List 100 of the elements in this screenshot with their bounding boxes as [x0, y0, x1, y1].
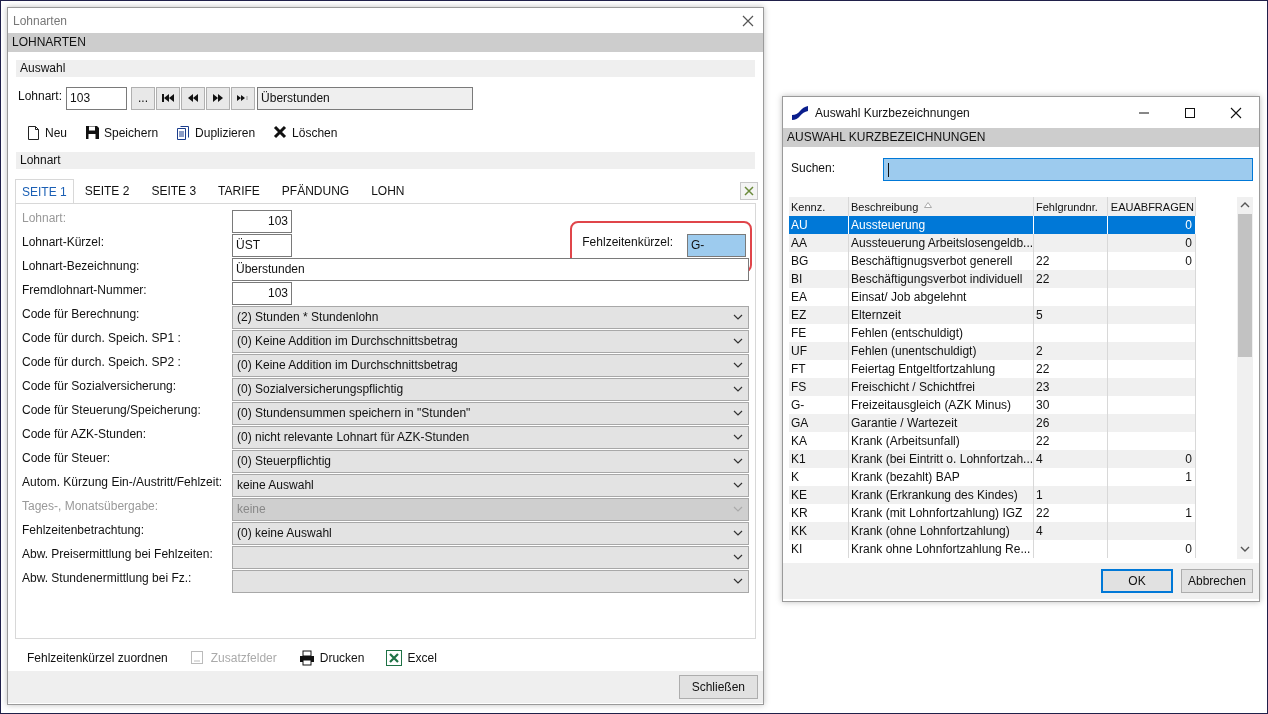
- dropdown[interactable]: (0) Keine Addition im Durchschnittsbetrag: [232, 329, 749, 353]
- table-cell: 2: [1034, 342, 1108, 360]
- name-field: Überstunden: [257, 86, 474, 110]
- table-cell: 22: [1034, 270, 1108, 288]
- table-row[interactable]: AA Aussteuerung Arbeitslosengeldb... 0: [789, 234, 1196, 252]
- table-cell: KI: [789, 540, 849, 558]
- logo-icon: [791, 104, 809, 121]
- chevron-icon: [733, 362, 743, 368]
- input-field[interactable]: 103: [66, 86, 128, 110]
- tab[interactable]: TARIFE: [207, 179, 271, 203]
- checkbox-icon: [189, 650, 206, 666]
- table-row[interactable]: KI Krank ohne Lohnfortzahlung Re... 0: [789, 540, 1196, 558]
- table-row[interactable]: K1 Krank (bei Eintritt o. Lohnfortzah... 4 0: [789, 450, 1196, 468]
- spreadsheet-icon: [386, 650, 403, 666]
- input-field[interactable]: 103: [232, 281, 292, 305]
- table-cell: AA: [789, 234, 849, 252]
- table-row[interactable]: BI Beschäftigungsverbot individuell 22: [789, 270, 1196, 288]
- dropdown[interactable]: (0) keine Auswahl: [232, 521, 749, 545]
- dropdown[interactable]: (0) nicht relevante Lohnart für AZK-Stunden: [232, 425, 749, 449]
- input-field[interactable]: ÜST: [232, 233, 292, 257]
- tab[interactable]: LOHN: [360, 179, 416, 203]
- close-icon: [744, 186, 754, 196]
- dropdown[interactable]: (0) Steuerpflichtig: [232, 449, 749, 473]
- field-label: Abw. Preisermittlung bei Fehlzeiten:: [22, 547, 214, 563]
- table-cell: EZ: [789, 306, 849, 324]
- table-cell: Freischicht / Schichtfrei: [849, 378, 1034, 396]
- tab[interactable]: SEITE 3: [140, 179, 208, 203]
- previous-record-button[interactable]: [181, 86, 206, 110]
- chevron-icon: [733, 458, 743, 464]
- table-row[interactable]: UF Fehlen (unentschuldigt) 2: [789, 342, 1196, 360]
- window-header: LOHNARTEN: [8, 33, 763, 52]
- first-record-icon: [161, 91, 176, 105]
- table-row[interactable]: GA Garantie / Wartezeit 26: [789, 414, 1196, 432]
- field-label: Suchen:: [791, 160, 837, 177]
- table-cell: 1: [1034, 486, 1108, 504]
- x-icon: [273, 125, 289, 141]
- dropdown[interactable]: keine Auswahl: [232, 473, 749, 497]
- tab[interactable]: SEITE 1: [15, 179, 74, 203]
- dropdown[interactable]: (0) Keine Addition im Durchschnittsbetrag: [232, 353, 749, 377]
- table-row[interactable]: KE Krank (Erkrankung des Kindes) 1: [789, 486, 1196, 504]
- chevron-icon: [733, 338, 743, 344]
- table-cell: 0: [1108, 450, 1196, 468]
- tab[interactable]: SEITE 2: [73, 179, 141, 203]
- document-icon: [26, 125, 41, 141]
- table-cell: Krank ohne Lohnfortzahlung Re...: [849, 540, 1034, 558]
- toolbar-button[interactable]: Duplizieren: [176, 125, 256, 141]
- window-title: Lohnarten: [13, 13, 68, 28]
- table-row[interactable]: FS Freischicht / Schichtfrei 23: [789, 378, 1196, 396]
- table-row[interactable]: AU Aussteuerung 0: [789, 216, 1196, 234]
- table-row[interactable]: KK Krank (ohne Lohnfortzahlung) 4: [789, 522, 1196, 540]
- close-icon: [742, 14, 754, 27]
- section-header: Lohnart: [16, 152, 755, 169]
- dialog-button[interactable]: Abbrechen: [1181, 569, 1253, 593]
- first-record-button[interactable]: [156, 86, 181, 110]
- printer-icon: [298, 650, 315, 666]
- table-cell: 0: [1108, 540, 1196, 558]
- table-cell: 26: [1034, 414, 1108, 432]
- toolbar-button[interactable]: Neu: [26, 125, 67, 141]
- table-cell: Krank (bei Eintritt o. Lohnfortzah...: [849, 450, 1034, 468]
- action-button[interactable]: Fehlzeitenkürzel zuordnen: [27, 651, 168, 665]
- browse-button[interactable]: ...: [131, 86, 156, 110]
- table-cell: UF: [789, 342, 849, 360]
- dialog-button[interactable]: OK: [1101, 569, 1173, 593]
- chevron-icon: [733, 314, 743, 320]
- next-record-button[interactable]: [206, 86, 231, 110]
- last-record-button[interactable]: [231, 86, 256, 110]
- action-button[interactable]: Drucken: [298, 650, 365, 666]
- chevron-icon: [733, 554, 743, 560]
- field-label: Tages-, Monatsübergabe:: [22, 499, 160, 515]
- chevron-icon: [733, 530, 743, 536]
- search-field[interactable]: [883, 158, 1253, 181]
- table-cell: Aussteuerung Arbeitslosengeldb...: [849, 234, 1034, 252]
- close-panel-button[interactable]: [740, 182, 758, 200]
- table-cell: KE: [789, 486, 849, 504]
- window-header: AUSWAHL KURZBEZEICHNUNGEN: [783, 128, 1259, 147]
- previous-record-icon: [186, 91, 201, 105]
- table-row[interactable]: EZ Elternzeit 5: [789, 306, 1196, 324]
- chevron-icon: [733, 506, 743, 512]
- field-label: Lohnart-Kürzel:: [22, 235, 106, 251]
- table-cell: Krank (ohne Lohnfortzahlung): [849, 522, 1034, 540]
- table-cell: 4: [1034, 522, 1108, 540]
- dropdown[interactable]: (0) Sozialversicherungspflichtig: [232, 377, 749, 401]
- table-cell: 23: [1034, 378, 1108, 396]
- table-cell: 4: [1034, 450, 1108, 468]
- dropdown[interactable]: (0) Stundensummen speichern in "Stunden": [232, 401, 749, 425]
- close-button[interactable]: Schließen: [678, 675, 758, 699]
- field-label: Code für AZK-Stunden:: [22, 427, 148, 443]
- action-button[interactable]: Excel: [386, 650, 437, 666]
- tab[interactable]: PFÄNDUNG: [270, 179, 361, 203]
- field-label: Code für Steuer:: [22, 451, 112, 467]
- copy-icon: [176, 125, 192, 141]
- input-field[interactable]: G-: [687, 233, 746, 257]
- input-field[interactable]: Überstunden: [232, 257, 749, 281]
- toolbar-button[interactable]: Speichern: [85, 125, 159, 141]
- table-cell: FS: [789, 378, 849, 396]
- dropdown[interactable]: (2) Stunden * Stundenlohn: [232, 305, 749, 329]
- field-label: Code für Steuerung/Speicherung:: [22, 403, 202, 419]
- maximize-icon: [1184, 106, 1196, 119]
- toolbar-button[interactable]: Löschen: [273, 125, 338, 141]
- field-label: Code für durch. Speich. SP2 :: [22, 355, 182, 371]
